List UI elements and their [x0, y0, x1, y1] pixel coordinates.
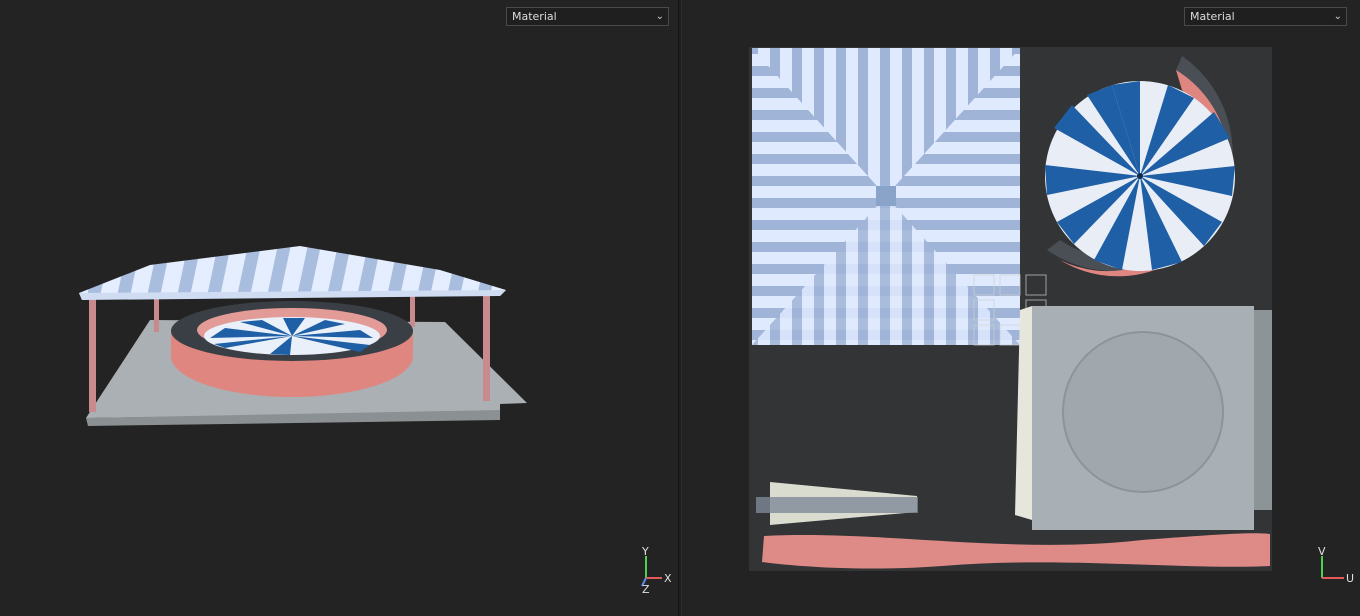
post: [483, 293, 490, 401]
3d-viewport[interactable]: Material ⌄ Y X Z: [0, 0, 679, 616]
post: [89, 297, 96, 412]
uv-texture-canvas: [749, 47, 1272, 571]
shading-mode-label: Material: [512, 10, 557, 23]
chevron-down-icon: ⌄: [1333, 11, 1342, 22]
shading-mode-label: Material: [1190, 10, 1235, 23]
post: [154, 296, 159, 332]
shading-mode-dropdown[interactable]: Material ⌄: [1184, 7, 1347, 26]
3d-scene: [79, 246, 527, 426]
floor-texture: [1015, 306, 1272, 530]
chevron-down-icon: ⌄: [655, 11, 664, 22]
uv-viewport[interactable]: Material ⌄ V U: [681, 0, 1360, 616]
post: [410, 293, 415, 327]
shading-mode-dropdown[interactable]: Material ⌄: [506, 7, 669, 26]
